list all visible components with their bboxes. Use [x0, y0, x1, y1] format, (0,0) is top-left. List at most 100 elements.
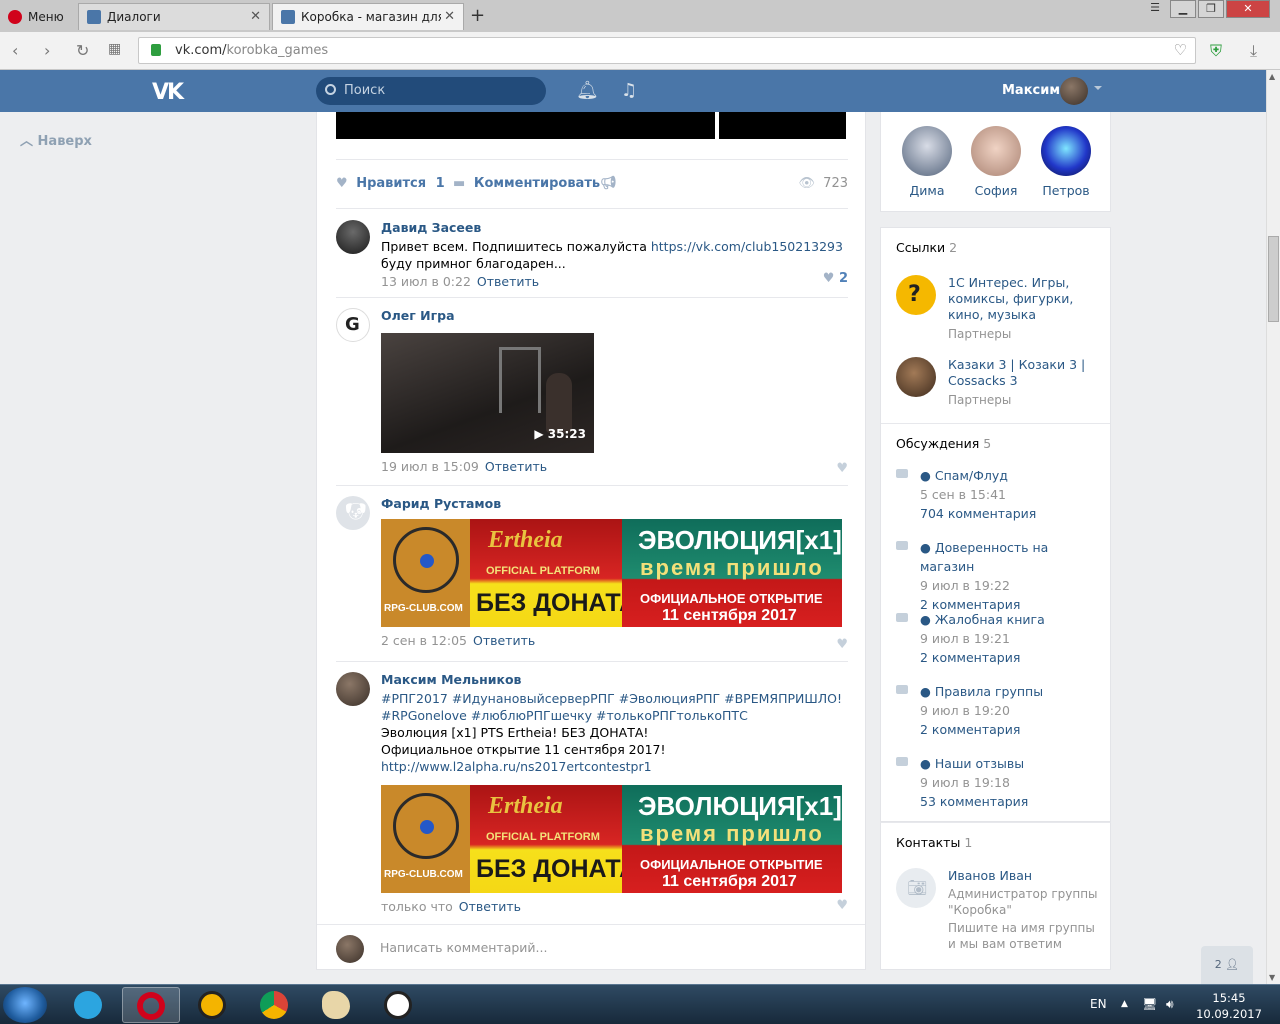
friend-item[interactable]: София [966, 126, 1026, 198]
hashtags[interactable]: #РПГ2017 #ИдунановыйсерверРПГ #ЭволюцияР… [381, 690, 848, 707]
discussions-title[interactable]: Обсуждения 5 [896, 436, 991, 451]
comment-button[interactable]: ▬ Комментировать [453, 176, 600, 191]
friend-item[interactable]: Дима [897, 126, 957, 198]
reply-link[interactable]: Ответить [485, 459, 547, 474]
comment-author[interactable]: Олег Игра [381, 308, 848, 323]
comment-like-button[interactable]: ♥ [836, 637, 848, 652]
network-icon[interactable]: 🖥︎ [1142, 997, 1157, 1011]
tab-dialogs[interactable]: Диалоги ✕ [78, 3, 270, 30]
taskbar-chrome[interactable] [246, 987, 304, 1023]
avatar[interactable]: G [336, 308, 370, 342]
like-count: 1 [435, 176, 445, 191]
close-tab-icon[interactable]: ✕ [444, 9, 455, 24]
comment-item: 🐶︎ Фарид Рустамов RPG-CLUB.COM Ertheia O… [336, 496, 848, 656]
start-button-icon[interactable] [3, 987, 47, 1023]
comment-like-button[interactable]: ♥ [836, 461, 848, 476]
vk-logo-icon[interactable]: VK [152, 80, 184, 105]
heart-icon: ♥ [822, 271, 835, 286]
links-title[interactable]: Ссылки 2 [896, 240, 957, 255]
reload-icon[interactable]: ↻ [76, 41, 89, 60]
tab-menu-icon[interactable]: ☰ [1142, 0, 1168, 18]
reply-link[interactable]: Ответить [459, 899, 521, 914]
tray-clock[interactable]: 15:45 10.09.2017 [1196, 990, 1262, 1022]
minimize-icon[interactable]: ▁ [1170, 0, 1196, 18]
contacts-title[interactable]: Контакты 1 [896, 835, 972, 850]
avatar [1041, 126, 1091, 176]
taskbar-ubisoft[interactable] [370, 987, 428, 1023]
comment-author[interactable]: Максим Мельников [381, 672, 848, 687]
avatar[interactable] [1060, 77, 1088, 105]
scroll-down-icon[interactable]: ▼ [1269, 973, 1275, 982]
comment-like-button[interactable]: ♥ [836, 898, 848, 913]
user-name[interactable]: Максим [1002, 83, 1060, 98]
contact-note: Пишите на имя группы и мы вам ответим [948, 921, 1095, 951]
tab-korobka[interactable]: Коробка - магазин для ге ✕ [272, 3, 464, 30]
banner-evolution: ЭВОЛЮЦИЯ[x1] [638, 791, 842, 821]
taskbar-paint[interactable] [308, 987, 366, 1023]
forward-icon[interactable]: › [44, 41, 50, 60]
taskbar-opera[interactable] [122, 987, 180, 1023]
maximize-icon[interactable]: ❐ [1198, 0, 1224, 18]
reply-link[interactable]: Ответить [473, 633, 535, 648]
comment-author[interactable]: Фарид Рустамов [381, 496, 848, 511]
write-comment-box[interactable]: Написать комментарий... [317, 924, 865, 970]
comment-time[interactable]: 19 июл в 15:09 [381, 459, 479, 474]
hashtags[interactable]: #RPGonelove #люблюРПГшечку #толькоРПГтол… [381, 707, 848, 724]
comment-time[interactable]: 2 сен в 12:05 [381, 633, 467, 648]
chevron-down-icon[interactable] [1094, 86, 1102, 94]
language-indicator[interactable]: EN [1090, 997, 1107, 1011]
close-tab-icon[interactable]: ✕ [250, 9, 261, 24]
comment-author[interactable]: Давид Засеев [381, 220, 848, 235]
url-field[interactable]: vk.com/korobka_games ♡ [138, 37, 1196, 64]
megaphone-icon: 📢︎ [600, 176, 617, 191]
music-icon[interactable]: ♫ [621, 80, 637, 101]
video-duration: ▶ 35:23 [534, 427, 586, 441]
comment-link[interactable]: https://vk.com/club150213293 [651, 239, 843, 254]
search-input[interactable]: Поиск [316, 77, 546, 105]
play-icon: ▶ [534, 427, 544, 441]
taskbar-telegram[interactable] [60, 987, 118, 1023]
contacts-title-label: Контакты [896, 835, 961, 850]
bookmark-heart-icon[interactable]: ♡ [1174, 38, 1187, 63]
tray-expand-icon[interactable]: ▲ [1121, 999, 1128, 1009]
ad-banner[interactable]: RPG-CLUB.COM Ertheia OFFICIAL PLATFORM Б… [381, 785, 842, 893]
comment-like-button[interactable]: ♥ 2 [823, 271, 848, 286]
banner-evolution-panel: ЭВОЛЮЦИЯ[x1] время пришло ОФИЦИАЛЬНОЕ ОТ… [622, 519, 842, 627]
bell-icon[interactable]: 🔔︎ [576, 80, 599, 101]
friend-item[interactable]: Петров [1036, 126, 1096, 198]
download-icon[interactable]: ⤓ [1250, 41, 1257, 61]
avatar[interactable] [336, 220, 370, 254]
post-image[interactable] [719, 112, 846, 139]
scrollbar-thumb[interactable] [1268, 236, 1279, 322]
volume-icon[interactable]: 🔊︎ [1166, 997, 1174, 1012]
back-to-top-link[interactable]: ︿ Наверх [20, 130, 92, 149]
banner-atom-panel: RPG-CLUB.COM [381, 519, 470, 627]
banner-date: 11 сентября 2017 [662, 607, 797, 624]
close-window-icon[interactable]: ✕ [1226, 0, 1270, 18]
comment-time[interactable]: 13 июл в 0:22 [381, 274, 471, 289]
video-thumbnail[interactable]: ▶ 35:23 [381, 333, 594, 453]
taskbar-aimp[interactable] [184, 987, 242, 1023]
reply-link[interactable]: Ответить [477, 274, 539, 289]
link-title: 1С Интерес. Игры, комиксы, фигурки, кино… [948, 275, 1074, 322]
speed-dial-icon[interactable]: ▦ [108, 41, 121, 57]
comment-time[interactable]: только что [381, 899, 453, 914]
post-image[interactable] [336, 112, 715, 139]
like-button[interactable]: ♥ Нравится 1 [336, 176, 445, 191]
avatar[interactable] [336, 672, 370, 706]
discussion-date: 9 июл в 19:21 [920, 631, 1010, 646]
new-tab-icon[interactable]: + [470, 5, 485, 26]
heart-icon: ♥ [836, 637, 848, 652]
share-button[interactable]: 📢︎ [600, 176, 617, 191]
opera-menu-button[interactable]: Меню [0, 3, 76, 30]
scroll-up-icon[interactable]: ▲ [1269, 72, 1275, 81]
comment-link[interactable]: http://www.l2alpha.ru/ns2017ertcontestpr… [381, 758, 848, 775]
shield-icon[interactable]: ⛨ [1210, 41, 1222, 61]
avatar[interactable]: 🐶︎ [336, 496, 370, 530]
ad-banner[interactable]: RPG-CLUB.COM Ertheia OFFICIAL PLATFORM Б… [381, 519, 842, 627]
online-friends-button[interactable]: 2 👤︎ [1201, 946, 1253, 984]
easel-shape [499, 347, 541, 413]
back-icon[interactable]: ‹ [12, 41, 18, 60]
contacts-count: 1 [964, 835, 973, 850]
page-scrollbar[interactable]: ▲ ▼ [1266, 70, 1280, 984]
